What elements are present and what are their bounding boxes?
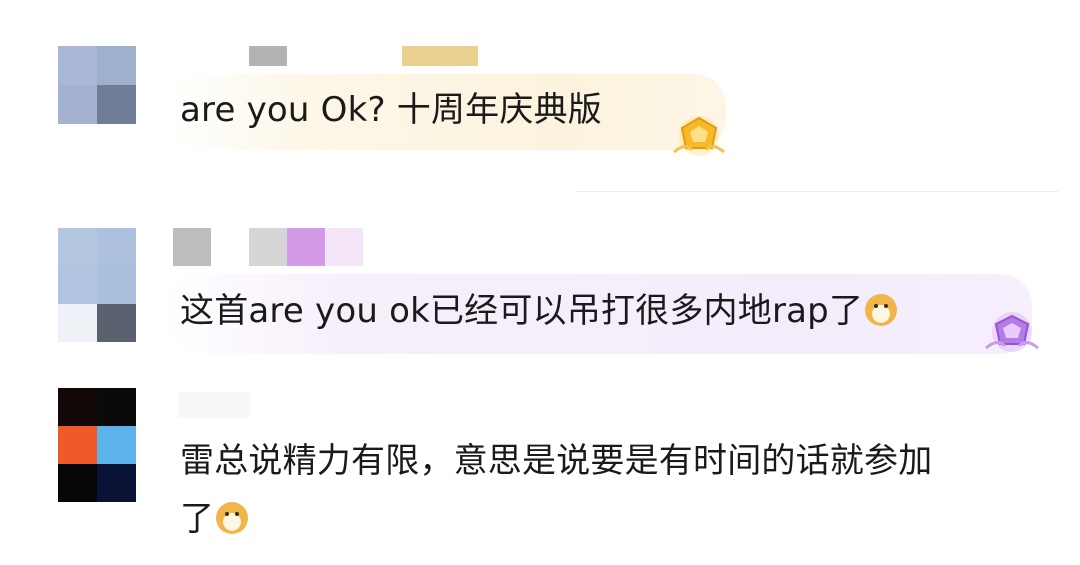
- username-redacted[interactable]: [249, 46, 287, 66]
- user-avatar[interactable]: [58, 228, 136, 342]
- user-avatar[interactable]: [58, 388, 136, 502]
- doge-emoji-icon: [216, 502, 249, 534]
- doge-emoji-icon: [865, 294, 898, 326]
- comment-text: 这首are you ok已经可以吊打很多内地rap了: [180, 288, 898, 334]
- comment-item-3: 雷总说精力有限，意思是说要是有时间的话就参加 了: [0, 380, 1080, 565]
- user-badge-redacted: [287, 228, 325, 266]
- username-redacted[interactable]: [178, 392, 250, 418]
- comment-text-line-2: 了: [180, 496, 249, 542]
- gold-crown-badge-icon: [673, 116, 725, 156]
- comment-text-line-1: 雷总说精力有限，意思是说要是有时间的话就参加: [180, 441, 933, 481]
- comment-text: are you Ok? 十周年庆典版: [180, 90, 602, 130]
- purple-diamond-badge-icon: [985, 312, 1039, 352]
- user-badge-redacted: [249, 228, 287, 266]
- comment-item-1: are you Ok? 十周年庆典版: [0, 0, 1080, 190]
- user-avatar[interactable]: [58, 46, 136, 124]
- comment-item-2: 这首are you ok已经可以吊打很多内地rap了: [0, 190, 1080, 380]
- user-badge-redacted: [325, 228, 363, 266]
- user-badge-redacted: [402, 46, 478, 66]
- username-redacted[interactable]: [173, 228, 211, 266]
